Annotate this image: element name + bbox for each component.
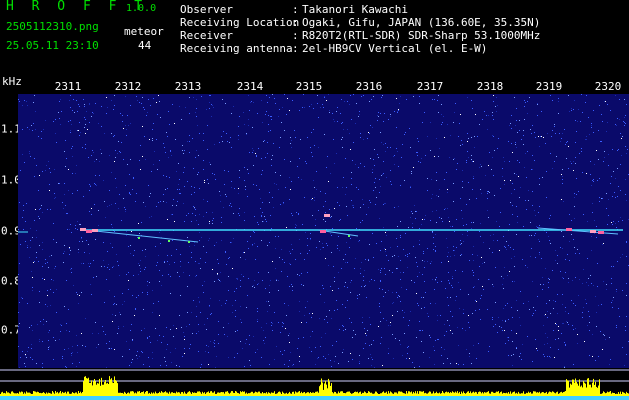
- x-tick-2318: 2318: [476, 80, 504, 93]
- observer-label: Observer: [180, 3, 233, 16]
- meteor-count: 44: [138, 39, 152, 52]
- hrofft-window: H R O F F T 1.0.0 2505112310.png 25.05.1…: [0, 0, 629, 400]
- activity-bars: [0, 369, 629, 400]
- antenna-label: Receiving antenna: [180, 42, 293, 55]
- x-tick-2315: 2315: [295, 80, 323, 93]
- file-name: 2505112310.png: [6, 20, 99, 33]
- echo-sparkle-3: [348, 235, 350, 237]
- x-tick-2312: 2312: [114, 80, 142, 93]
- x-tick-2314: 2314: [236, 80, 264, 93]
- head-echo-3: [320, 230, 326, 233]
- head-echo-2: [92, 229, 98, 232]
- antenna-value: 2el-HB9CV Vertical (el. E-W): [302, 42, 488, 55]
- head-echo-1: [86, 230, 92, 233]
- spectrogram: [18, 94, 629, 368]
- x-tick-2320: 2320: [594, 80, 622, 93]
- spectrogram-canvas: [18, 94, 629, 368]
- x-tick-2319: 2319: [535, 80, 563, 93]
- head-echo-5: [566, 228, 572, 231]
- head-echo-7: [598, 231, 604, 234]
- activity-band: [0, 368, 629, 400]
- y-axis-unit: kHz: [2, 75, 22, 88]
- observer-sep: :: [292, 3, 299, 16]
- head-echo-6: [590, 230, 596, 233]
- head-echo-0: [80, 228, 86, 231]
- meteor-echo-1: [85, 229, 199, 243]
- meteor-label: meteor: [124, 25, 164, 38]
- x-tick-2311: 2311: [54, 80, 82, 93]
- location-sep: :: [292, 16, 299, 29]
- echo-sparkle-2: [188, 241, 190, 243]
- x-tick-2313: 2313: [174, 80, 202, 93]
- echo-sparkle-1: [168, 240, 170, 242]
- observer-value: Takanori Kawachi: [302, 3, 408, 16]
- head-echo-4: [324, 214, 330, 217]
- app-version: 1.0.0: [126, 3, 157, 14]
- location-label: Receiving Location: [180, 16, 300, 29]
- receiver-label: Receiver: [180, 29, 233, 42]
- receiver-sep: :: [292, 29, 299, 42]
- antenna-sep: :: [292, 42, 299, 55]
- x-tick-2317: 2317: [416, 80, 444, 93]
- meteor-echo-3: [537, 227, 619, 235]
- receiver-value: R820T2(RTL-SDR) SDR-Sharp 53.1000MHz: [302, 29, 541, 42]
- activity-band-canvas: [0, 369, 629, 400]
- date-time: 25.05.11 23:10: [6, 39, 99, 52]
- x-tick-2316: 2316: [355, 80, 383, 93]
- location-value: Ogaki, Gifu, JAPAN (136.60E, 35.35N): [302, 16, 541, 29]
- echo-sparkle-0: [138, 237, 140, 239]
